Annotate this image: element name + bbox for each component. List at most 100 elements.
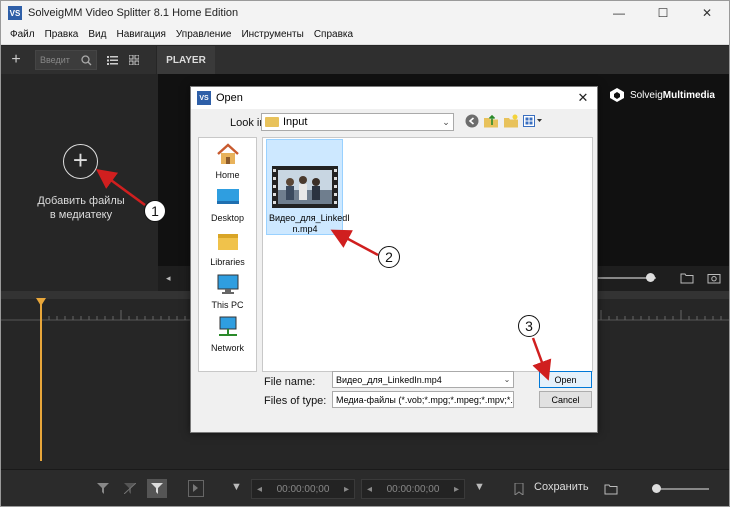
home-icon: [216, 143, 239, 164]
menu-bar: Файл Правка Вид Навигация Управление Инс…: [1, 25, 729, 45]
film-strip-icon: [272, 166, 338, 208]
zoom-slider[interactable]: [653, 488, 709, 490]
brand-name-normal: Solveig: [629, 89, 663, 101]
library-search-input[interactable]: Введит: [35, 50, 97, 70]
menu-view[interactable]: Вид: [83, 29, 111, 40]
filter-off-icon[interactable]: [124, 483, 136, 494]
cancel-button[interactable]: Cancel: [539, 391, 592, 408]
add-files-line1: Добавить файлы: [37, 195, 125, 207]
lookin-value: Input: [283, 116, 308, 128]
search-placeholder: Введит: [40, 55, 70, 65]
add-files-text[interactable]: Добавить файлы в медиатеку: [21, 194, 141, 222]
file-name-line1: Видео_для_LinkedI: [269, 213, 350, 223]
player-tab-bar: PLAYER: [157, 46, 729, 74]
save-button[interactable]: Сохранить: [534, 481, 589, 493]
place-home-label: Home: [215, 170, 240, 180]
file-name-label: Видео_для_LinkedI n.mp4: [269, 213, 350, 235]
dialog-title: Open: [216, 92, 243, 104]
marker-down-icon[interactable]: ▼: [231, 481, 242, 493]
timecode-start-field[interactable]: ◂ 00:00:00;00 ▸: [251, 479, 355, 499]
places-bar: Home Desktop Libraries This PC Network: [198, 137, 257, 372]
place-network-label: Network: [210, 343, 244, 353]
folder-icon: [265, 117, 279, 127]
computer-icon: [217, 274, 238, 294]
chevron-down-icon[interactable]: ⌄: [439, 117, 453, 128]
place-home[interactable]: Home: [199, 143, 256, 180]
title-bar: VS SolveigMM Video Splitter 8.1 Home Edi…: [1, 1, 729, 25]
annotation-marker-1: 1: [144, 200, 166, 222]
brand-logo: SolveigMultimedia: [609, 87, 715, 103]
filetype-value: Медиа-файлы (*.vob;*.mpg;*.mpeg;*.mpv;*.…: [336, 394, 514, 405]
menu-navigation[interactable]: Навигация: [111, 29, 170, 40]
place-desktop[interactable]: Desktop: [199, 186, 256, 223]
solveig-logo-icon: [609, 88, 624, 102]
playhead[interactable]: [40, 299, 42, 461]
view-menu-icon[interactable]: [523, 115, 543, 127]
menu-file[interactable]: Файл: [5, 29, 40, 40]
libraries-icon: [217, 234, 238, 250]
timecode-start-value: 00:00:00;00: [276, 483, 330, 495]
filetype-select[interactable]: Медиа-файлы (*.vob;*.mpg;*.mpeg;*.mpv;*.…: [332, 391, 514, 408]
folder-icon[interactable]: [680, 272, 694, 284]
filename-value: Видео_для_LinkedIn.mp4: [336, 374, 442, 385]
volume-knob[interactable]: [646, 273, 655, 282]
filename-chevron-down-icon[interactable]: ⌄: [501, 375, 513, 384]
bottom-toolbar: ▼ ◂ 00:00:00;00 ▸ ◂ 00:00:00;00 ▸ ▼ Сохр…: [1, 469, 729, 506]
lookin-select[interactable]: Input ⌄: [261, 113, 454, 131]
app-window: VS SolveigMM Video Splitter 8.1 Home Edi…: [0, 0, 730, 507]
menu-help[interactable]: Справка: [309, 29, 358, 40]
place-network[interactable]: Network: [199, 316, 256, 353]
tc-start-prev-icon[interactable]: ◂: [257, 484, 262, 495]
output-folder-icon[interactable]: [604, 483, 618, 495]
menu-tools[interactable]: Инструменты: [236, 29, 308, 40]
tab-player[interactable]: PLAYER: [157, 46, 215, 74]
close-button[interactable]: ✕: [685, 1, 729, 25]
menu-control[interactable]: Управление: [171, 29, 237, 40]
maximize-button[interactable]: ☐: [641, 1, 685, 25]
filter-selected-icon[interactable]: [147, 479, 167, 498]
desktop-icon: [216, 189, 239, 204]
annotation-marker-2: 2: [378, 246, 400, 268]
tc-start-next-icon[interactable]: ▸: [344, 484, 349, 495]
new-folder-icon[interactable]: [503, 114, 519, 128]
place-this-pc[interactable]: This PC: [199, 273, 256, 310]
back-icon[interactable]: [465, 114, 479, 128]
grid-view-icon[interactable]: [123, 55, 145, 65]
minimize-button[interactable]: —: [597, 1, 641, 25]
tc-end-next-icon[interactable]: ▸: [454, 484, 459, 495]
dialog-nav-buttons: [465, 114, 543, 128]
save-icon[interactable]: [514, 483, 525, 495]
prev-frame-icon[interactable]: ◂: [166, 273, 171, 284]
tc-end-prev-icon[interactable]: ◂: [367, 484, 372, 495]
dialog-title-bar: VS Open ✕: [191, 87, 597, 109]
snapshot-icon[interactable]: [707, 272, 721, 284]
add-icon[interactable]: +: [1, 51, 31, 69]
filename-input[interactable]: Видео_для_LinkedIn.mp4 ⌄: [332, 371, 514, 388]
up-folder-icon[interactable]: [483, 114, 499, 128]
menu-edit[interactable]: Правка: [40, 29, 84, 40]
split-marker-icon[interactable]: [188, 480, 204, 497]
library-toolbar: + Введит: [1, 46, 156, 74]
list-view-icon[interactable]: [101, 55, 123, 65]
app-icon: VS: [8, 6, 22, 20]
network-icon: [218, 316, 237, 336]
file-item[interactable]: Видео_для_LinkedI n.mp4: [266, 139, 350, 235]
add-files-line2: в медиатеку: [49, 209, 113, 221]
timecode-end-value: 00:00:00;00: [386, 483, 440, 495]
zoom-knob[interactable]: [652, 484, 661, 493]
search-icon[interactable]: [81, 54, 92, 66]
place-this-pc-label: This PC: [211, 300, 244, 310]
add-files-plus-icon[interactable]: +: [63, 144, 98, 179]
filter-icon[interactable]: [97, 483, 109, 494]
annotation-marker-3: 3: [518, 315, 540, 337]
marker-down-2-icon[interactable]: ▼: [474, 481, 485, 493]
timecode-end-field[interactable]: ◂ 00:00:00;00 ▸: [361, 479, 465, 499]
file-name-line2: n.mp4: [292, 224, 318, 234]
video-thumbnail: [272, 166, 338, 208]
place-desktop-label: Desktop: [210, 213, 245, 223]
filename-label: File name:: [264, 376, 316, 388]
open-button[interactable]: Open: [539, 371, 592, 388]
place-libraries[interactable]: Libraries: [199, 230, 256, 267]
dialog-app-icon: VS: [197, 91, 211, 105]
dialog-close-button[interactable]: ✕: [569, 90, 597, 106]
